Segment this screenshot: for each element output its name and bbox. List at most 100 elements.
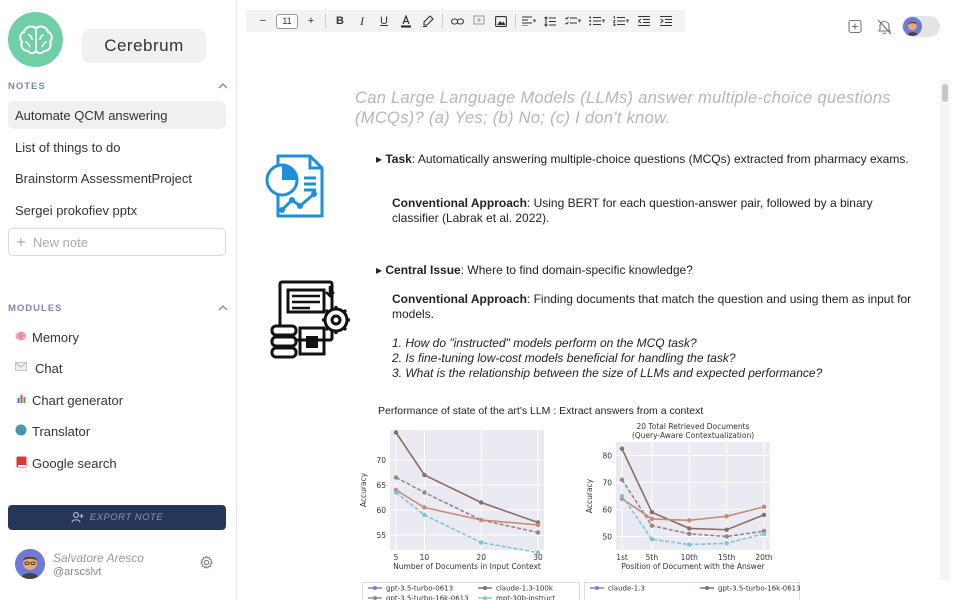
comment-plus-icon	[473, 15, 485, 25]
y-tick-label: 65	[376, 481, 386, 490]
approach1-paragraph[interactable]: Conventional Approach: Using BERT for ea…	[376, 196, 921, 226]
note-item-automate-qcm[interactable]: Automate QCM answering	[8, 101, 226, 129]
module-chat[interactable]: Chat	[8, 355, 226, 381]
note-item-brainstorm[interactable]: Brainstorm AssessmentProject	[8, 164, 226, 192]
link-button[interactable]	[446, 10, 468, 32]
central-issue-paragraph[interactable]: ▸ Central Issue: Where to find domain-sp…	[376, 263, 921, 278]
note-label: Brainstorm AssessmentProject	[15, 170, 193, 186]
note-label: List of things to do	[15, 139, 121, 155]
font-size-input[interactable]: 11	[276, 13, 298, 29]
y-tick-label: 60	[376, 506, 386, 515]
task-label: Task	[385, 152, 412, 166]
module-google-search[interactable]: Google search	[8, 450, 226, 476]
increase-font-button[interactable]: +	[300, 10, 322, 32]
module-translator[interactable]: Translator	[8, 418, 226, 444]
toolbar-divider	[325, 14, 326, 28]
export-note-button[interactable]: EXPORT NOTE	[8, 505, 226, 530]
modules-section-header[interactable]: MODULES	[8, 301, 228, 315]
legend-marker	[483, 596, 487, 600]
outdent-icon	[638, 16, 650, 26]
legend-label: gpt-3.5-turbo-0613	[386, 585, 453, 593]
data-point	[535, 550, 541, 555]
notes-header-label: NOTES	[8, 80, 46, 92]
approach2-paragraph[interactable]: Conventional Approach: Finding documents…	[376, 292, 921, 322]
document-title[interactable]: Can Large Language Models (LLMs) answer …	[355, 88, 915, 128]
question-item: 3. What is the relationship between the …	[392, 366, 823, 380]
globe-emoji-icon	[14, 424, 28, 439]
note-item-prokofiev[interactable]: Sergei prokofiev pptx	[8, 196, 226, 224]
module-label: Google search	[32, 455, 117, 471]
questions-list[interactable]: 1. How do "instructed" models perform on…	[376, 336, 921, 381]
indent-button[interactable]	[655, 10, 677, 32]
sidebar: Cerebrum NOTES Automate QCM answering Li…	[0, 0, 237, 600]
data-point	[393, 490, 399, 495]
data-point	[761, 531, 767, 536]
module-chart-generator[interactable]: Chart generator	[8, 387, 226, 413]
highlight-button[interactable]	[417, 10, 439, 32]
italic-button[interactable]: I	[351, 10, 373, 32]
bell-off-icon[interactable]	[877, 17, 892, 37]
outdent-button[interactable]	[633, 10, 655, 32]
new-note-input[interactable]: New note	[8, 228, 226, 256]
legend-label: mpt-30b-instruct	[496, 595, 555, 600]
legend-marker	[373, 586, 377, 590]
checklist-button[interactable]: ▾	[561, 10, 585, 32]
modules-header-label: MODULES	[8, 302, 63, 314]
toolbar-divider	[515, 14, 516, 28]
chevron-up-icon[interactable]	[218, 81, 228, 91]
note-document[interactable]: Can Large Language Models (LLMs) answer …	[238, 80, 938, 600]
data-point	[619, 446, 625, 451]
app-logo[interactable]	[8, 12, 63, 67]
scrollbar-thumb[interactable]	[942, 84, 948, 102]
y-tick-label: 70	[376, 456, 386, 465]
data-point	[649, 510, 655, 515]
note-label: Sergei prokofiev pptx	[15, 202, 138, 218]
comment-button[interactable]	[468, 10, 490, 32]
data-point	[687, 518, 692, 523]
gear-icon[interactable]	[199, 555, 214, 570]
bold-button[interactable]: B	[329, 10, 351, 32]
line-spacing-icon	[544, 15, 556, 27]
align-button[interactable]: ▾	[519, 10, 539, 32]
data-point	[761, 512, 767, 518]
x-tick-label: 10	[420, 553, 430, 562]
decrease-font-button[interactable]: −	[252, 10, 274, 32]
add-page-icon[interactable]	[848, 17, 863, 37]
note-item-things-to-do[interactable]: List of things to do	[8, 133, 226, 161]
line-height-button[interactable]	[539, 10, 561, 32]
task-paragraph[interactable]: ▸ Task: Automatically answering multiple…	[376, 152, 921, 167]
data-point	[724, 534, 729, 539]
bullet-list-button[interactable]: ▾	[585, 10, 609, 32]
app-title: Cerebrum	[82, 29, 206, 63]
x-tick-label: 20	[476, 553, 486, 562]
image-button[interactable]	[490, 10, 512, 32]
avatar[interactable]	[15, 549, 45, 579]
chart1-legend: gpt-3.5-turbo-0613 claude-1.3-100k gpt-3.5…	[362, 582, 580, 600]
module-label: Chart generator	[32, 392, 124, 408]
data-point	[687, 526, 692, 531]
legend-marker	[705, 586, 709, 590]
user-name: Salvatore Aresco	[53, 551, 144, 565]
module-label: Translator	[32, 423, 91, 439]
data-point	[393, 475, 399, 480]
notes-section-header[interactable]: NOTES	[8, 79, 228, 93]
text-color-button[interactable]	[395, 10, 417, 32]
y-tick-label: 80	[602, 452, 612, 461]
editor-toolbar: − 11 + B I U ▾ ▾ ▾ ▾	[246, 10, 685, 32]
data-point	[422, 490, 427, 495]
theme-toggle[interactable]	[902, 16, 940, 37]
chevron-up-icon[interactable]	[218, 303, 228, 313]
numbered-list-button[interactable]: ▾	[609, 10, 633, 32]
data-point	[761, 504, 767, 509]
underline-button[interactable]: U	[373, 10, 395, 32]
issue-text: : Where to find domain-specific knowledg…	[460, 263, 693, 277]
x-axis-label: Number of Documents in Input Context	[393, 562, 541, 571]
legend-label: gpt-3.5-turbo-16k-0613	[386, 595, 469, 600]
chart-accuracy-vs-documents: 556065705 10 20 30Number of Documents in In…	[359, 430, 544, 571]
module-memory[interactable]: Memory	[8, 324, 226, 350]
plus-icon	[17, 238, 25, 246]
y-tick-label: 60	[602, 506, 612, 515]
task-text: : Automatically answering multiple-choic…	[411, 152, 909, 166]
data-point	[422, 512, 427, 518]
scrollbar[interactable]	[940, 80, 950, 580]
